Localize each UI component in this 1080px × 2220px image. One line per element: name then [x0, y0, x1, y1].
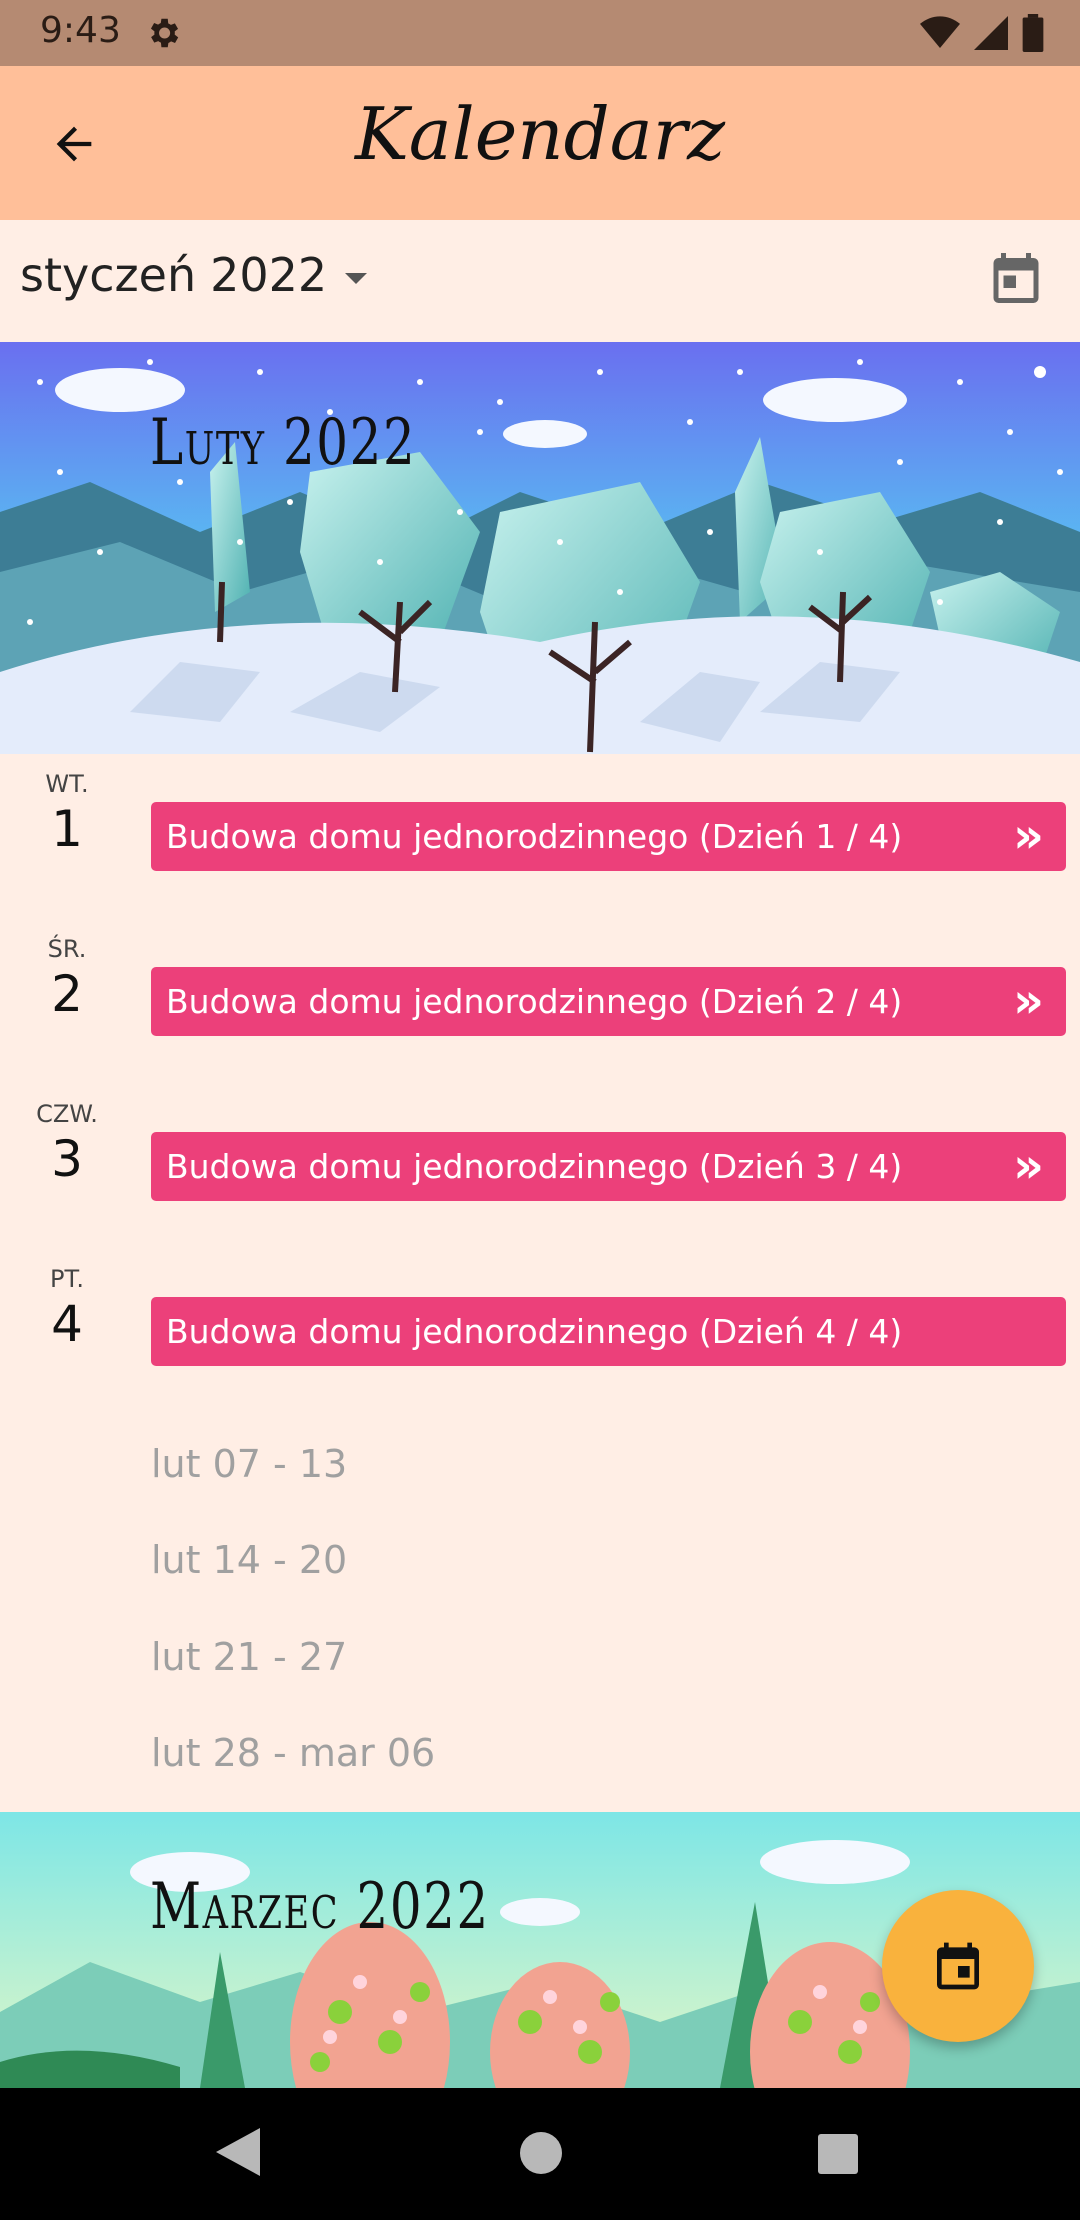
event-chip[interactable]: Budowa domu jednorodzinnego (Dzień 3 / 4… [151, 1132, 1066, 1201]
year-label: 2022 [210, 248, 328, 302]
day-row: ŚR. 2 Budowa domu jednorodzinnego (Dzień… [0, 919, 1080, 1084]
calendar-today-button[interactable] [980, 242, 1052, 314]
day-row: WT. 1 Budowa domu jednorodzinnego (Dzień… [0, 754, 1080, 919]
status-bar: 9:43 [0, 0, 1080, 66]
event-title: Budowa domu jednorodzinnego (Dzień 3 / 4… [166, 1147, 903, 1186]
nav-home-icon[interactable] [520, 2132, 562, 2174]
wifi-icon [920, 16, 960, 48]
week-range-item[interactable]: lut 28 - mar 06 [151, 1731, 435, 1775]
winter-landscape-illustration [0, 342, 1080, 754]
march-banner-title: Marzec 2022 [150, 1870, 490, 1944]
week-range-item[interactable]: lut 21 - 27 [151, 1635, 347, 1679]
february-banner: Luty 2022 [0, 342, 1080, 754]
day-row: PT. 4 Budowa domu jednorodzinnego (Dzień… [0, 1249, 1080, 1414]
day-weekday: PT. [50, 1265, 84, 1293]
february-banner-title: Luty 2022 [150, 406, 417, 480]
month-dropdown[interactable]: styczeń 2022 [20, 248, 368, 302]
double-chevron-right-icon: » [1012, 1138, 1044, 1194]
status-time: 9:43 [40, 10, 121, 51]
event-chip[interactable]: Budowa domu jednorodzinnego (Dzień 2 / 4… [151, 967, 1066, 1036]
double-chevron-right-icon: » [1012, 808, 1044, 864]
week-range-item[interactable]: lut 14 - 20 [151, 1538, 347, 1582]
calendar-icon [993, 253, 1039, 303]
signal-icon [974, 16, 1008, 50]
event-title: Budowa domu jednorodzinnego (Dzień 4 / 4… [166, 1312, 903, 1351]
event-chip[interactable]: Budowa domu jednorodzinnego (Dzień 1 / 4… [151, 802, 1066, 871]
calendar-icon [937, 1942, 979, 1990]
day-weekday: ŚR. [47, 935, 87, 963]
day-label: WT. 1 [0, 754, 134, 858]
day-number: 4 [51, 1295, 83, 1353]
app-bar: Kalendarz [0, 66, 1080, 220]
battery-icon [1022, 14, 1044, 52]
day-number: 3 [51, 1130, 83, 1188]
day-row: CZW. 3 Budowa domu jednorodzinnego (Dzie… [0, 1084, 1080, 1249]
event-title: Budowa domu jednorodzinnego (Dzień 2 / 4… [166, 982, 903, 1021]
nav-recents-icon[interactable] [818, 2134, 858, 2174]
event-chip[interactable]: Budowa domu jednorodzinnego (Dzień 4 / 4… [151, 1297, 1066, 1366]
system-nav-bar [0, 2088, 1080, 2220]
day-label: CZW. 3 [0, 1084, 134, 1188]
day-number: 2 [51, 965, 83, 1023]
event-title: Budowa domu jednorodzinnego (Dzień 1 / 4… [166, 817, 903, 856]
month-label: styczeń [20, 248, 197, 302]
status-icons [920, 14, 1044, 52]
month-row: styczeń 2022 [0, 220, 1080, 342]
app-title: Kalendarz [354, 92, 726, 176]
calendar-fab-button[interactable] [882, 1890, 1034, 2042]
nav-back-icon[interactable] [216, 2128, 260, 2176]
double-chevron-right-icon: » [1012, 973, 1044, 1029]
caret-down-icon [345, 272, 368, 284]
day-weekday: CZW. [36, 1100, 98, 1128]
settings-gear-icon [150, 18, 179, 48]
day-label: ŚR. 2 [0, 919, 134, 1023]
day-weekday: WT. [45, 770, 89, 798]
day-label: PT. 4 [0, 1249, 134, 1353]
day-number: 1 [51, 800, 83, 858]
week-range-item[interactable]: lut 07 - 13 [151, 1442, 347, 1486]
